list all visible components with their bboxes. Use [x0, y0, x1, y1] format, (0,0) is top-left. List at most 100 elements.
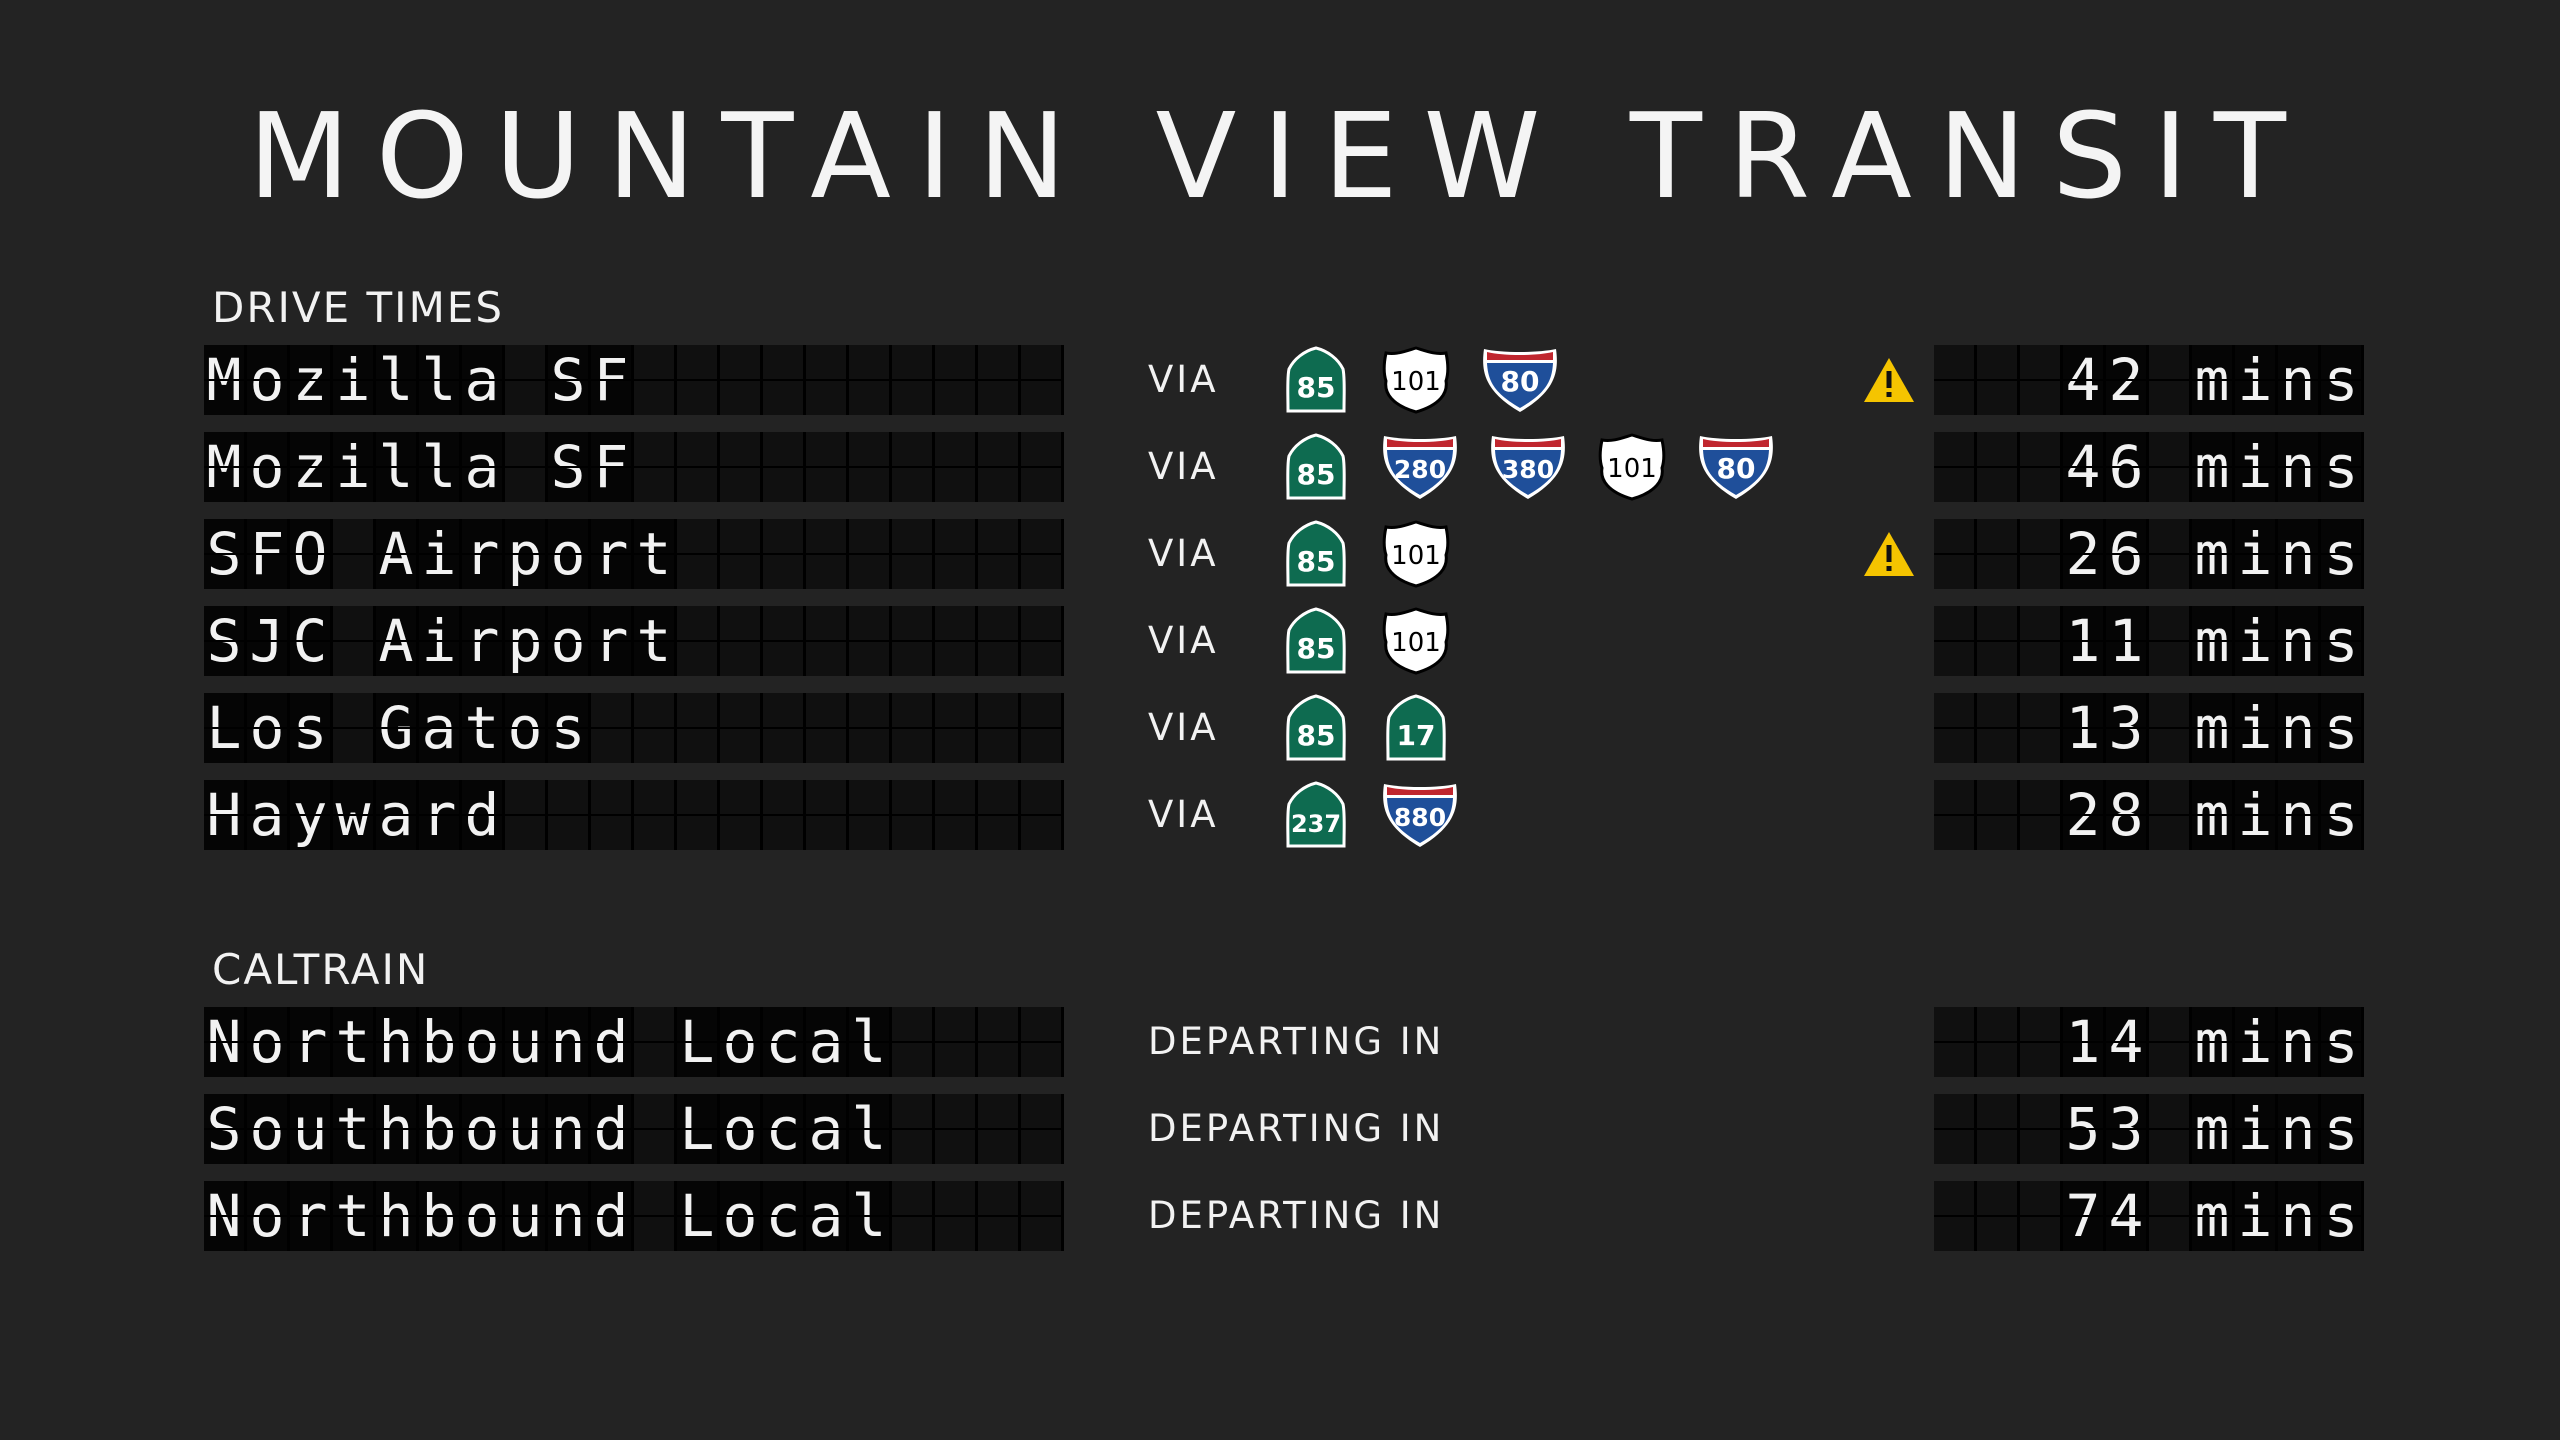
flap-cell: n: [2278, 693, 2318, 763]
flap-cell: [634, 432, 674, 502]
drive-row: Los GatosLosGatosVIA851713 mins13mins: [0, 693, 2560, 763]
flap-cell: [1977, 1094, 2017, 1164]
flap-cell: t: [333, 1181, 373, 1251]
flap-cell: u: [505, 1007, 545, 1077]
flap-cell: [634, 1094, 674, 1164]
drive-row: SJC AirportSJCAirportVIA8510111 mins11mi…: [0, 606, 2560, 676]
flap-cell: r: [462, 606, 502, 676]
flap-cell: [1021, 345, 1061, 415]
flap-cell: [1977, 1181, 2017, 1251]
flap-cell: [849, 345, 889, 415]
flap-cell: [2020, 606, 2060, 676]
flap-cell: [2020, 1181, 2060, 1251]
flap-cell: [634, 1181, 674, 1251]
flap-cell: [720, 780, 760, 850]
departing-label: DEPARTING IN: [1148, 1107, 1445, 1150]
flap-cell: s: [290, 693, 330, 763]
flap-cell: 1: [2063, 693, 2103, 763]
flap-cell: A: [376, 519, 416, 589]
flap-cell: o: [247, 1094, 287, 1164]
flap-cell: u: [505, 1094, 545, 1164]
flap-cell: t: [462, 693, 502, 763]
flap-cell: l: [376, 345, 416, 415]
flap-cell: [2020, 1094, 2060, 1164]
flap-cell: [2149, 780, 2189, 850]
flap-cell: a: [462, 432, 502, 502]
route-number: 80: [1501, 365, 1540, 398]
flap-cell: G: [376, 693, 416, 763]
via-label: VIA: [1148, 619, 1219, 662]
flap-cell: w: [333, 780, 373, 850]
flap-cell: [2149, 1007, 2189, 1077]
flap-cell: J: [247, 606, 287, 676]
flap-cell: [978, 345, 1018, 415]
flap-cell: [849, 693, 889, 763]
flap-cell: b: [419, 1007, 459, 1077]
flap-cell: n: [2278, 345, 2318, 415]
flap-cell: [806, 432, 846, 502]
flap-cell: [849, 606, 889, 676]
flap-cell: F: [591, 432, 631, 502]
flap-cell: a: [419, 693, 459, 763]
flap-cell: o: [462, 1007, 502, 1077]
flap-cell: [935, 432, 975, 502]
flap-cell: 1: [2063, 606, 2103, 676]
flap-cell: h: [376, 1007, 416, 1077]
state-route-shield-icon: 237: [1286, 781, 1346, 848]
flap-cell: l: [419, 432, 459, 502]
flap-cell: [806, 345, 846, 415]
flap-cell: [720, 606, 760, 676]
flap-cell: n: [2278, 1007, 2318, 1077]
flap-cell: [935, 1007, 975, 1077]
flap-cell: [634, 345, 674, 415]
flap-cell: [1934, 432, 1974, 502]
flap-cell: r: [290, 1007, 330, 1077]
flap-cell: [935, 693, 975, 763]
flap-cell: c: [763, 1181, 803, 1251]
flap-cell: [2020, 693, 2060, 763]
flap-cell: n: [548, 1181, 588, 1251]
flap-cell: [978, 606, 1018, 676]
flap-cell: [978, 693, 1018, 763]
train-row: Northbound LocalNorthboundLocalDEPARTING…: [0, 1007, 2560, 1077]
drive-row: SFO AirportSFOAirportVIA8510126 mins26mi…: [0, 519, 2560, 589]
flap-cell: [1934, 780, 1974, 850]
route-number: 101: [1391, 628, 1441, 658]
flap-cell: [720, 693, 760, 763]
flap-cell: l: [849, 1181, 889, 1251]
flap-cell: r: [591, 519, 631, 589]
flap-cell: l: [376, 432, 416, 502]
flap-cell: [978, 1007, 1018, 1077]
state-route-shield-icon: 85: [1286, 346, 1346, 413]
flap-cell: [806, 780, 846, 850]
flap-cell: a: [806, 1007, 846, 1077]
flap-cell: [763, 345, 803, 415]
flap-cell: o: [505, 693, 545, 763]
flap-cell: [1934, 1007, 1974, 1077]
via-label: VIA: [1148, 706, 1219, 749]
flap-cell: [677, 432, 717, 502]
us-route-shield-icon: 101: [1382, 520, 1450, 588]
flap-cell: [2020, 519, 2060, 589]
flap-cell: 2: [2106, 345, 2146, 415]
flap-cell: 1: [2063, 1007, 2103, 1077]
flap-cell: [2149, 345, 2189, 415]
flap-cell: a: [462, 345, 502, 415]
flap-cell: [892, 432, 932, 502]
warning-icon: [1864, 532, 1914, 576]
flap-cell: 1: [2106, 606, 2146, 676]
route-shields: 85 17: [1280, 693, 1452, 763]
flap-cell: [505, 432, 545, 502]
flap-cell: [333, 519, 373, 589]
time-board: 13 mins13mins: [1934, 693, 2364, 763]
flap-cell: M: [204, 432, 244, 502]
flap-cell: n: [2278, 432, 2318, 502]
flap-cell: s: [2321, 693, 2361, 763]
route-shields: 237 880: [1280, 780, 1460, 850]
flap-cell: [849, 432, 889, 502]
flap-cell: [935, 1094, 975, 1164]
flap-cell: [763, 519, 803, 589]
flap-cell: [720, 519, 760, 589]
flap-cell: m: [2192, 432, 2232, 502]
drive-row: Mozilla SFMozillaSFVIA851018042 mins42mi…: [0, 345, 2560, 415]
